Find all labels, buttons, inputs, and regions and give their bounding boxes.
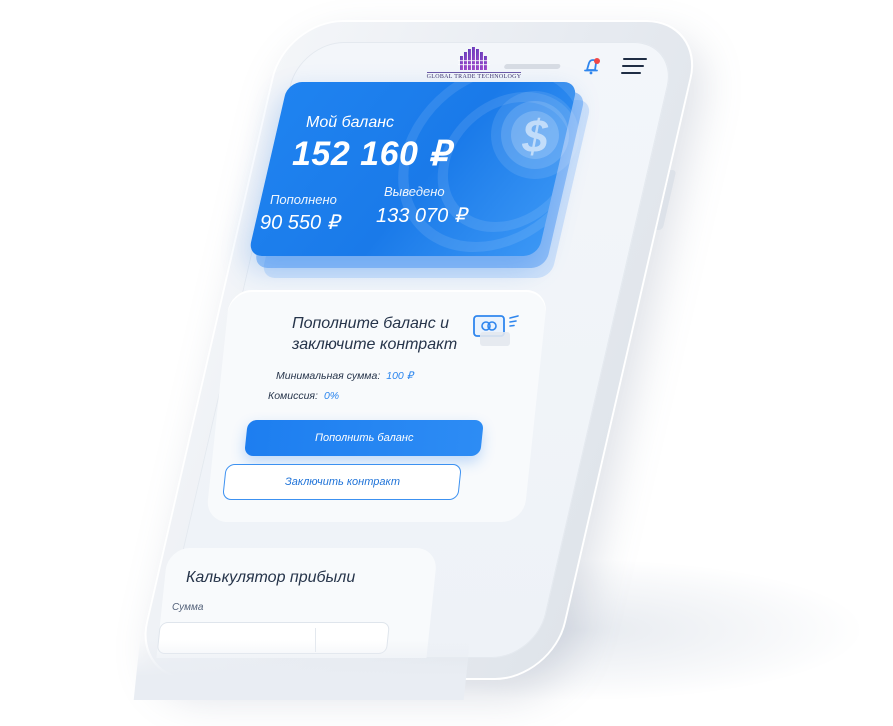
deposit-title-line: заключите контракт <box>292 336 458 353</box>
withdrawn-label: Выведено <box>384 184 445 199</box>
deposited-value: 90 550 ₽ <box>260 212 340 234</box>
hamburger-menu-icon[interactable] <box>620 56 648 76</box>
dollar-coin-icon: $ <box>491 91 579 179</box>
scene: GLOBAL TRADE TECHNOLOGY $ Мой баланс 152… <box>0 0 893 726</box>
deposit-title-line: Пополните баланс и <box>292 315 450 332</box>
deposited-label: Пополнено <box>270 192 337 207</box>
fee-value: 0% <box>323 390 340 402</box>
amount-input[interactable] <box>156 622 390 654</box>
app-content: GLOBAL TRADE TECHNOLOGY $ Мой баланс 152… <box>0 0 893 726</box>
logo-text: GLOBAL TRADE TECHNOLOGY <box>426 72 522 80</box>
calculator-title: Калькулятор прибыли <box>186 569 356 586</box>
deposit-button[interactable]: Пополнить баланс <box>244 420 484 456</box>
credit-card-icon <box>473 315 519 346</box>
contract-button[interactable]: Заключить контракт <box>222 464 462 500</box>
fee-row: Комиссия: 0% <box>268 390 339 402</box>
amount-label: Сумма <box>172 602 204 613</box>
contract-button-label: Заключить контракт <box>284 476 400 488</box>
withdrawn-value: 133 070 ₽ <box>376 205 467 227</box>
deposit-button-label: Пополнить баланс <box>314 432 414 444</box>
svg-text:$: $ <box>521 110 548 162</box>
min-amount-row: Минимальная сумма: 100 ₽ <box>276 370 413 382</box>
deposit-panel-title: Пополните баланс и заключите контракт <box>292 313 482 355</box>
fee-label: Комиссия: <box>268 390 318 402</box>
balance-label: Мой баланс <box>306 114 395 131</box>
input-divider <box>315 628 316 652</box>
bell-icon[interactable] <box>582 56 602 76</box>
balance-value: 152 160 ₽ <box>292 135 451 173</box>
min-amount-value: 100 ₽ <box>386 370 414 382</box>
min-amount-label: Минимальная сумма: <box>276 370 381 382</box>
logo-mark-icon <box>458 47 490 70</box>
